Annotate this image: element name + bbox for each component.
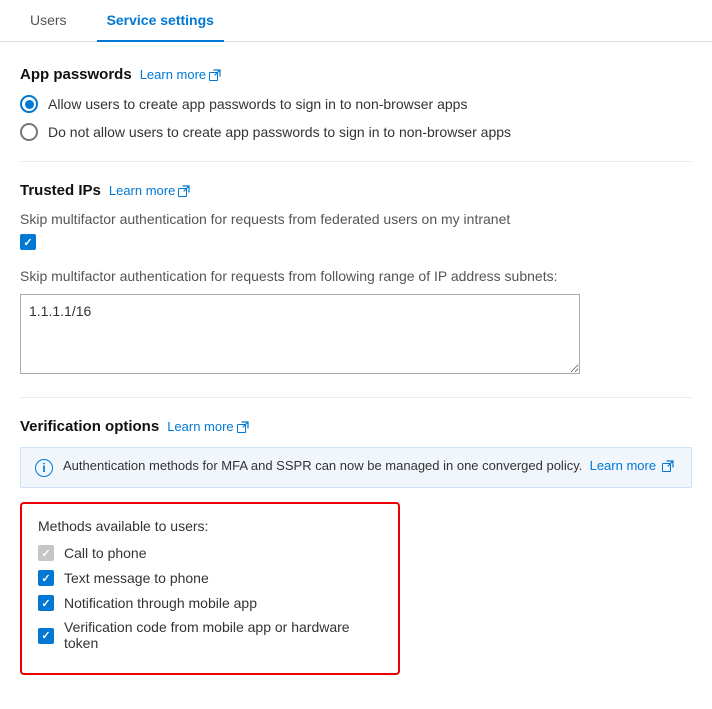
radio-allow-label: Allow users to create app passwords to s…	[48, 96, 467, 112]
method-verification-code-label: Verification code from mobile app or har…	[64, 619, 382, 651]
radio-deny-label: Do not allow users to create app passwor…	[48, 124, 511, 140]
radio-deny[interactable]: Do not allow users to create app passwor…	[20, 123, 692, 141]
divider-2	[20, 397, 692, 398]
verification-options-title: Verification options	[20, 418, 159, 435]
main-content: App passwords Learn more Allow users to …	[0, 66, 712, 695]
method-call-to-phone-label: Call to phone	[64, 545, 147, 561]
verification-options-learn-more[interactable]: Learn more	[167, 419, 248, 434]
trusted-ips-external-link-icon	[178, 185, 190, 197]
app-passwords-title: App passwords	[20, 66, 132, 83]
trusted-ips-section-title: Trusted IPs Learn more	[20, 182, 692, 199]
info-learn-more[interactable]: Learn more	[590, 458, 674, 473]
radio-allow-circle	[20, 95, 38, 113]
ip-subnet-textarea[interactable]: 1.1.1.1/16	[20, 294, 580, 374]
radio-allow[interactable]: Allow users to create app passwords to s…	[20, 95, 692, 113]
external-link-icon	[209, 69, 221, 81]
method-text-message-label: Text message to phone	[64, 570, 209, 586]
trusted-ips-learn-more[interactable]: Learn more	[109, 183, 190, 198]
skip-federated-checkbox-box	[20, 234, 36, 250]
skip-ip-label: Skip multifactor authentication for requ…	[20, 268, 692, 284]
method-notification-app[interactable]: Notification through mobile app	[38, 594, 382, 611]
radio-deny-circle	[20, 123, 38, 141]
divider-1	[20, 161, 692, 162]
method-verification-code-checkbox	[38, 628, 54, 644]
method-text-message-checkbox	[38, 570, 54, 586]
skip-federated-label: Skip multifactor authentication for requ…	[20, 211, 692, 227]
methods-title: Methods available to users:	[38, 518, 382, 534]
skip-federated-checkbox[interactable]	[20, 233, 692, 250]
method-notification-app-label: Notification through mobile app	[64, 595, 257, 611]
tab-service-settings[interactable]: Service settings	[97, 0, 224, 42]
info-banner: i Authentication methods for MFA and SSP…	[20, 447, 692, 488]
info-icon: i	[35, 459, 53, 477]
method-call-to-phone[interactable]: Call to phone	[38, 544, 382, 561]
method-text-message[interactable]: Text message to phone	[38, 569, 382, 586]
app-passwords-radio-group: Allow users to create app passwords to s…	[20, 95, 692, 141]
tab-users[interactable]: Users	[20, 0, 77, 42]
app-passwords-section-title: App passwords Learn more	[20, 66, 692, 83]
method-call-to-phone-checkbox	[38, 545, 54, 561]
app-passwords-learn-more[interactable]: Learn more	[140, 67, 221, 82]
verification-options-external-link-icon	[237, 421, 249, 433]
method-verification-code[interactable]: Verification code from mobile app or har…	[38, 619, 382, 651]
trusted-ips-title: Trusted IPs	[20, 182, 101, 199]
tab-bar: Users Service settings	[0, 0, 712, 42]
method-notification-app-checkbox	[38, 595, 54, 611]
methods-box: Methods available to users: Call to phon…	[20, 502, 400, 675]
info-text: Authentication methods for MFA and SSPR …	[63, 458, 674, 473]
info-learn-more-icon	[662, 460, 674, 472]
verification-options-section-title: Verification options Learn more	[20, 418, 692, 435]
